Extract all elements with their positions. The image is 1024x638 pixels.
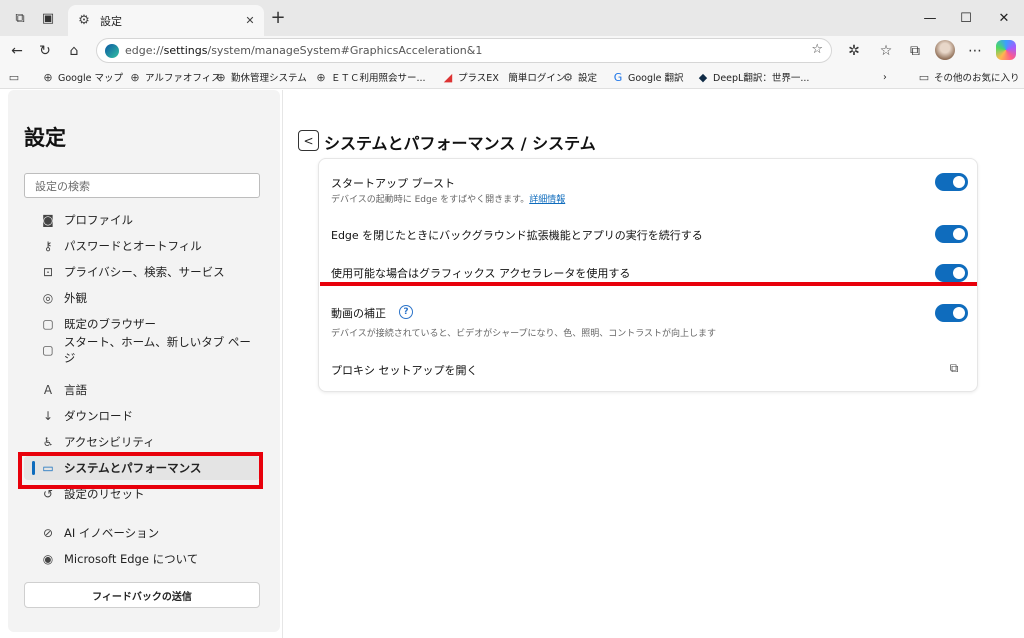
language-icon: A (43, 383, 53, 397)
globe-icon: ⊕ (43, 70, 53, 84)
accessibility-icon: ♿ (42, 435, 54, 449)
tab-settings[interactable]: ⚙ 設定 ✕ (68, 5, 264, 36)
sidebar-item-accessibility[interactable]: ♿ アクセシビリティ (24, 430, 260, 454)
sidebar-item-downloads[interactable]: ↓ ダウンロード (24, 404, 260, 428)
favorite-item[interactable]: ⊕ アルファオフィス (129, 69, 220, 85)
highlight-box (18, 452, 263, 489)
avatar[interactable] (935, 40, 955, 60)
graphics-acceleration-toggle[interactable] (935, 264, 968, 282)
video-enhancement-desc: デバイスが接続されていると、ビデオがシャープになり、色、照明、コントラストが向上… (331, 329, 717, 339)
copilot-icon[interactable] (996, 40, 1016, 60)
search-input[interactable]: 設定の検索 (24, 173, 260, 198)
gear-icon: ⚙ (78, 13, 90, 28)
sidebar-item-profile[interactable]: ◙ プロファイル (24, 208, 260, 232)
sidebar-item-languages[interactable]: A 言語 (24, 378, 260, 402)
help-icon[interactable]: ? (399, 305, 413, 319)
page-title: システムとパフォーマンス / システム (324, 134, 596, 153)
favorite-item[interactable]: ◆ DeepL翻訳：世界一... (697, 69, 810, 85)
url-path: /system/manageSystem#GraphicsAcceleratio… (207, 44, 483, 57)
key-icon: ⚷ (43, 239, 53, 253)
divider (282, 90, 283, 638)
background-extensions-title: Edge を閉じたときにバックグラウンド拡張機能とアプリの実行を続行する (331, 229, 703, 242)
chevron-right-icon[interactable]: › (883, 69, 887, 85)
favorite-item[interactable]: G Google 翻訳 (612, 69, 684, 85)
startup-boost-desc: デバイスの起動時に Edge をすばやく開きます。詳細情報 (331, 195, 566, 205)
globe-icon: ⊕ (130, 70, 140, 84)
favorites-bar: ▭ ⊕ Google マップ ⊕ アルファオフィス ⊕ 勤休管理システム ⊕ ＥＴＣ利用… (0, 65, 1024, 89)
lock-icon: ⊡ (42, 265, 54, 279)
sidebar-title: 設定 (24, 126, 66, 150)
back-button[interactable]: < (298, 130, 319, 151)
favorite-star-icon[interactable]: ☆ (811, 42, 823, 57)
background-extensions-toggle[interactable] (935, 225, 968, 243)
settings-sidebar: 設定 設定の検索 ◙ プロファイル ⚷ パスワードとオートフィル ⊡ プライバシー、検… (8, 90, 280, 632)
favorites-menu-icon[interactable]: ▭ (8, 69, 24, 85)
feedback-button[interactable]: フィードバックの送信 (24, 582, 260, 608)
sidebar-item-appearance[interactable]: ◎ 外観 (24, 286, 260, 310)
sidebar-item-ai[interactable]: ⊘ AI イノベーション (24, 521, 260, 545)
back-arrow-icon[interactable]: ← (6, 40, 28, 62)
ai-icon: ⊘ (42, 526, 54, 540)
navigation-bar: ← ↻ ⌂ edge://settings/system/manageSyste… (0, 36, 1024, 65)
translate-icon: G (613, 70, 623, 84)
collections-icon[interactable]: ⧉ (904, 40, 926, 62)
globe-icon: ⊕ (216, 70, 226, 84)
sidebar-item-passwords[interactable]: ⚷ パスワードとオートフィル (24, 234, 260, 258)
favorite-item[interactable]: ⊕ Google マップ (42, 69, 123, 85)
favorite-item[interactable]: ◢ プラスEX 簡単ログイン (442, 69, 566, 85)
startup-boost-title: スタートアップ ブースト (331, 177, 455, 190)
favorites-icon[interactable]: ☆ (875, 40, 897, 62)
gear-icon: ⚙ (563, 70, 573, 84)
graphics-acceleration-title: 使用可能な場合はグラフィックス アクセラレータを使用する (331, 267, 631, 280)
download-icon: ↓ (42, 409, 54, 423)
other-favorites[interactable]: ▭ その他のお気に入り (918, 69, 1020, 85)
settings-card: スタートアップ ブースト デバイスの起動時に Edge をすばやく開きます。詳細… (318, 158, 978, 392)
sidebar-item-start-home[interactable]: ▢ スタート、ホーム、新しいタブ ページ (24, 335, 260, 365)
browser-icon: ▢ (42, 317, 54, 331)
maximize-button[interactable]: ☐ (952, 6, 980, 30)
profile-icon: ◙ (42, 213, 54, 227)
folder-icon: ▭ (918, 70, 930, 84)
more-icon[interactable]: ⋯ (964, 40, 986, 62)
sidebar-item-about[interactable]: ◉ Microsoft Edge について (24, 547, 260, 571)
deepl-icon: ◆ (698, 70, 708, 84)
favorite-item[interactable]: ⊕ ＥＴＣ利用照会サー... (315, 69, 425, 85)
favorite-item[interactable]: ⚙ 設定 (562, 69, 597, 85)
home-tab-icon: ▢ (42, 343, 54, 357)
address-bar[interactable]: edge://settings/system/manageSystem#Grap… (96, 38, 832, 63)
startup-boost-toggle[interactable] (935, 173, 968, 191)
refresh-icon[interactable]: ↻ (34, 40, 56, 62)
favorite-item[interactable]: ⊕ 勤休管理システム (215, 69, 306, 85)
close-window-button[interactable]: ✕ (990, 6, 1018, 30)
new-tab-button[interactable]: + (268, 8, 288, 28)
home-icon[interactable]: ⌂ (63, 40, 85, 62)
extensions-icon[interactable]: ✲ (843, 40, 865, 62)
close-icon[interactable]: ✕ (242, 12, 258, 28)
minimize-button[interactable]: — (916, 6, 944, 30)
sidebar-item-privacy[interactable]: ⊡ プライバシー、検索、サービス (24, 260, 260, 284)
highlight-underline (320, 282, 977, 286)
tab-strip: ⧉ ▣ ⚙ 設定 ✕ + — ☐ ✕ (0, 0, 1024, 36)
tab-title: 設定 (100, 14, 122, 28)
proxy-setup-title[interactable]: プロキシ セットアップを開く (331, 362, 478, 378)
edge-logo-icon (105, 44, 119, 58)
learn-more-link[interactable]: 詳細情報 (529, 195, 565, 205)
vertical-tabs-icon[interactable]: ▣ (38, 8, 58, 28)
video-enhancement-toggle[interactable] (935, 304, 968, 322)
workspaces-icon[interactable]: ⧉ (10, 8, 30, 28)
plus-ex-icon: ◢ (443, 70, 453, 84)
url-prefix: edge:// (125, 44, 164, 57)
external-link-icon[interactable]: ⧉ (947, 361, 961, 375)
video-enhancement-title: 動画の補正 (331, 307, 386, 320)
globe-icon: ⊕ (316, 70, 326, 84)
sidebar-item-default-browser[interactable]: ▢ 既定のブラウザー (24, 312, 260, 336)
edge-icon: ◉ (42, 552, 54, 566)
url-host: settings (163, 44, 208, 57)
palette-icon: ◎ (42, 291, 54, 305)
